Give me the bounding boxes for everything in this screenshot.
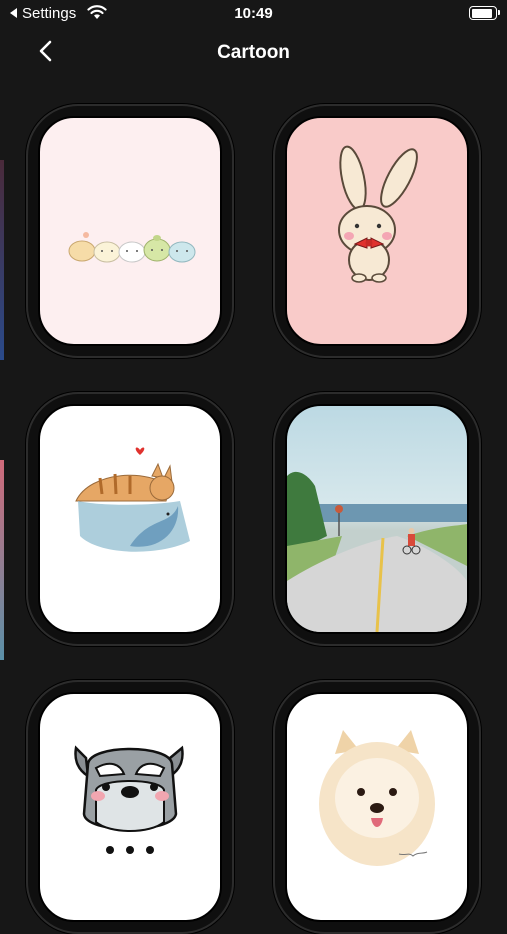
left-edge-peek [0,160,4,360]
bunny-illustration [338,145,418,283]
wallpaper-preview [285,692,469,922]
wallpaper-card[interactable] [273,104,481,358]
wallpaper-card[interactable] [26,392,234,646]
seaside-road-illustration [287,471,467,632]
left-edge-peek [0,460,4,660]
battery-fill [471,8,493,18]
status-bar: Settings 10:49 [0,0,507,30]
wallpaper-card[interactable] [273,392,481,646]
wallpaper-preview [38,692,222,922]
wallpaper-preview [285,404,469,634]
wallpaper-preview [285,116,469,346]
cat-and-fish-illustration [75,447,190,552]
navigation-bar: Cartoon [0,30,507,76]
schnauzer-illustration [74,745,184,854]
pomeranian-illustration [319,730,435,866]
page-title: Cartoon [217,42,290,63]
status-time: 10:49 [234,5,273,22]
animal-friends-illustration [68,232,196,263]
battery-icon [469,6,500,20]
wallpaper-preview [38,116,222,346]
wallpaper-card[interactable] [26,104,234,358]
wallpaper-card[interactable] [26,680,234,934]
wallpaper-preview [38,404,222,634]
wallpaper-card[interactable] [273,680,481,934]
